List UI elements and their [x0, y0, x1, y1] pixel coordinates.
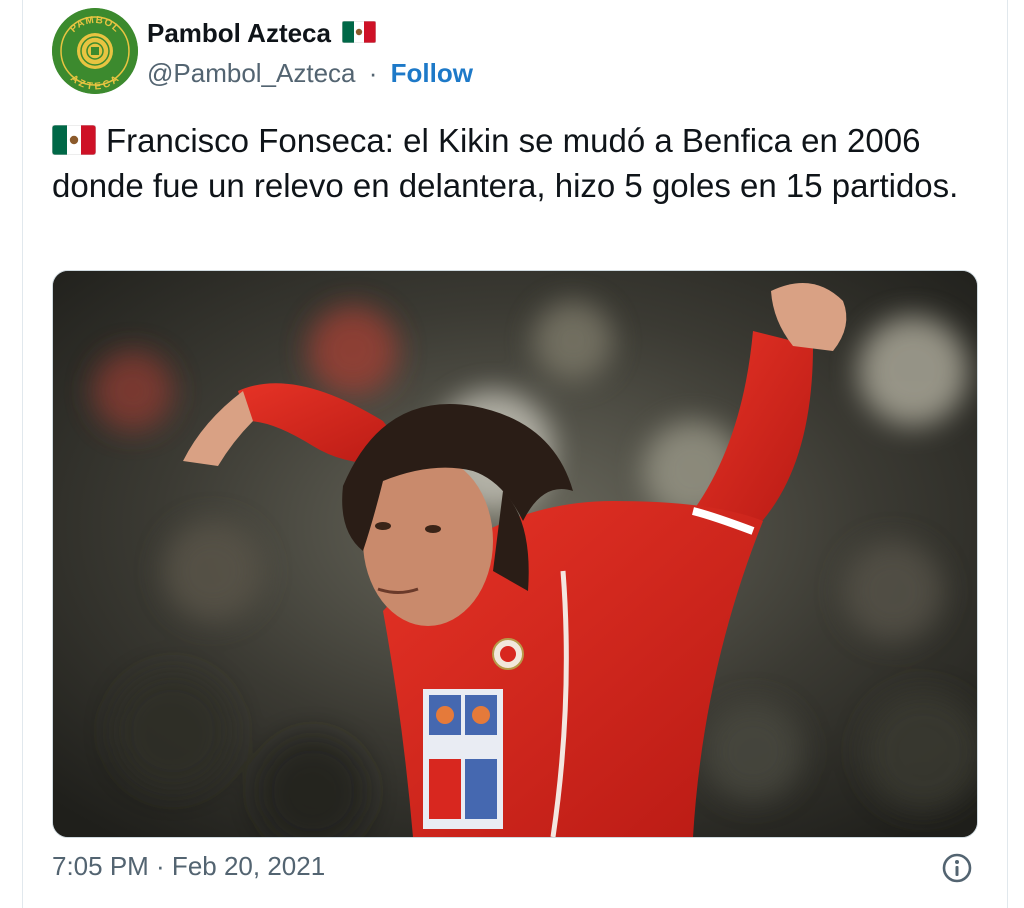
- author-handle-row: @Pambol_Azteca · Follow: [147, 58, 473, 89]
- author-name-row[interactable]: Pambol Azteca: [147, 18, 377, 49]
- tweet-text: Francisco Fonseca: el Kikin se mudó a Be…: [52, 122, 959, 204]
- pambol-azteca-logo-icon: PAMBOL AZTECA: [52, 8, 138, 94]
- tweet-photo[interactable]: [52, 270, 978, 838]
- author-display-name[interactable]: Pambol Azteca: [147, 18, 331, 48]
- author-handle[interactable]: @Pambol_Azteca: [147, 58, 356, 88]
- tweet-timestamp[interactable]: 7:05 PM · Feb 20, 2021: [52, 851, 325, 882]
- tweet-body: Francisco Fonseca: el Kikin se mudó a Be…: [52, 118, 992, 208]
- separator-dot: ·: [368, 58, 378, 88]
- mexico-flag-icon: [342, 21, 377, 44]
- mexico-flag-icon: [52, 125, 96, 156]
- follow-button[interactable]: Follow: [391, 58, 473, 88]
- avatar[interactable]: PAMBOL AZTECA: [52, 8, 138, 94]
- info-icon[interactable]: [941, 852, 973, 884]
- photo-football-player-red-jersey-icon: [53, 271, 977, 837]
